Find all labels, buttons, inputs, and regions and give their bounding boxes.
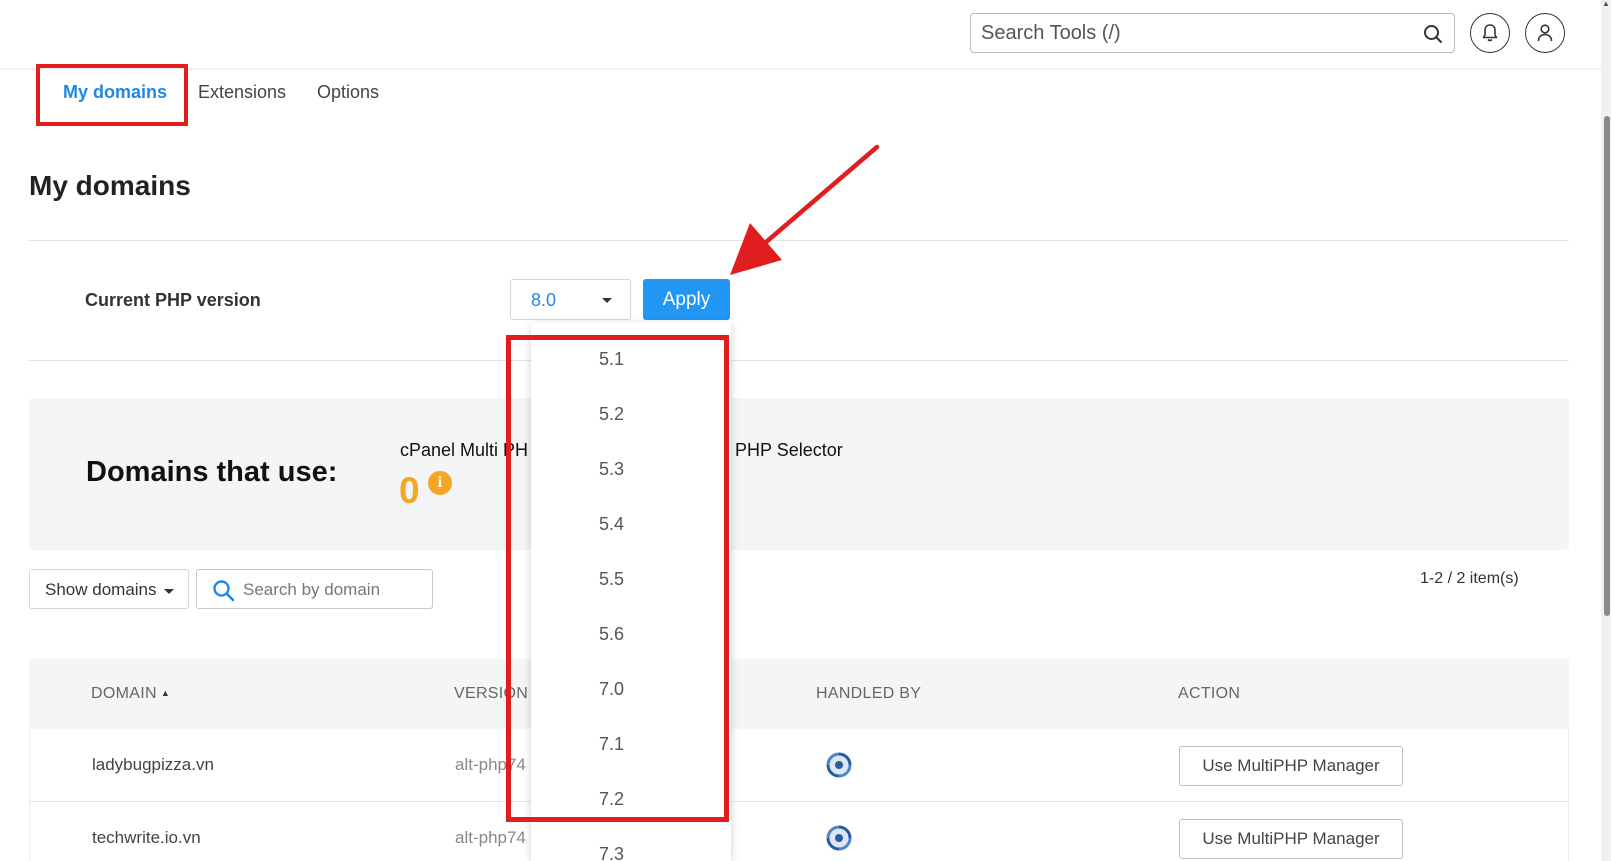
domain-cell: techwrite.io.vn	[92, 828, 201, 847]
show-domains-dropdown[interactable]: Show domains	[29, 569, 189, 609]
column-header-handled-by: HANDLED BY	[816, 685, 922, 702]
search-icon	[213, 580, 235, 602]
user-menu-button[interactable]	[1525, 13, 1565, 53]
table-row: ladybugpizza.vn alt-php74 Use MultiPHP M…	[29, 729, 1569, 802]
info-icon[interactable]: i	[428, 471, 452, 495]
search-domain-input[interactable]	[243, 578, 423, 602]
caret-down-icon	[602, 298, 612, 303]
column-header-action: ACTION	[1178, 685, 1241, 702]
caret-down-icon	[164, 589, 174, 594]
cloudlinux-swirl-icon	[826, 825, 852, 851]
column-header-domain[interactable]: DOMAIN ▲	[91, 685, 170, 703]
version-cell: alt-php74	[455, 828, 526, 847]
annotation-arrow-icon	[730, 144, 880, 275]
column-header-domain-label: DOMAIN	[91, 685, 157, 702]
bell-icon	[1482, 24, 1498, 42]
search-domain-box[interactable]	[196, 569, 433, 609]
user-icon	[1537, 24, 1553, 42]
pagination-info: 1-2 / 2 item(s)	[1420, 570, 1519, 587]
apply-button[interactable]: Apply	[643, 279, 730, 320]
php-version-select[interactable]: 8.0	[510, 279, 631, 320]
cloudlinux-swirl-icon	[826, 752, 852, 778]
scroll-up-icon[interactable]: ▲	[1602, 0, 1610, 8]
search-tools-input[interactable]	[981, 20, 1401, 46]
search-tools-box[interactable]	[970, 13, 1455, 53]
domain-cell: ladybugpizza.vn	[92, 755, 214, 774]
annotation-highlight-tab	[36, 64, 188, 126]
page-title: My domains	[29, 170, 191, 201]
domains-that-use-title: Domains that use:	[86, 456, 338, 488]
divider	[29, 360, 1569, 361]
php-version-option[interactable]: 7.3	[599, 844, 624, 861]
scrollbar-thumb[interactable]	[1604, 116, 1610, 616]
domain-count: 0	[399, 470, 420, 511]
sort-ascending-icon[interactable]: ▲	[161, 688, 170, 698]
annotation-highlight-dropdown	[506, 335, 729, 822]
table-header	[29, 659, 1569, 729]
show-domains-label: Show domains	[45, 580, 157, 599]
use-multiphp-manager-button[interactable]: Use MultiPHP Manager	[1179, 746, 1403, 786]
tab-options[interactable]: Options	[317, 82, 379, 103]
php-selector-label: x PHP Selector	[721, 440, 843, 460]
search-icon[interactable]	[1422, 23, 1444, 45]
table-row: techwrite.io.vn alt-php74 Use MultiPHP M…	[29, 802, 1569, 861]
use-multiphp-manager-button[interactable]: Use MultiPHP Manager	[1179, 819, 1403, 859]
php-version-value: 8.0	[531, 290, 557, 310]
tab-extensions[interactable]: Extensions	[198, 82, 286, 103]
current-php-version-label: Current PHP version	[85, 290, 261, 310]
top-bar	[0, 0, 1611, 69]
notifications-button[interactable]	[1470, 13, 1510, 53]
